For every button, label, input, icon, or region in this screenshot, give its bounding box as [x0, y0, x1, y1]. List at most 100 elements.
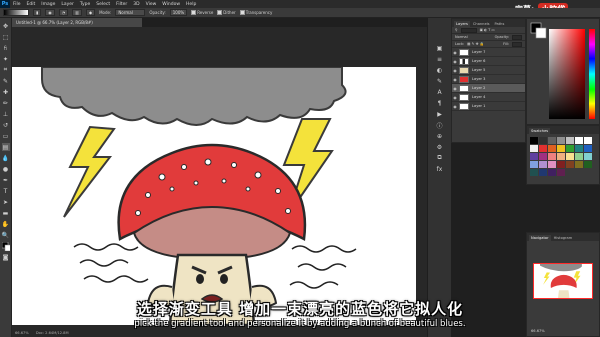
angle-gradient-button[interactable]: ◔ [58, 9, 69, 16]
info-panel-icon[interactable]: ⓘ [435, 121, 444, 130]
swatch[interactable] [566, 153, 574, 160]
swatch[interactable] [557, 161, 565, 168]
menu-file[interactable]: File [10, 2, 24, 7]
eraser-tool-icon[interactable]: ▭ [2, 132, 10, 140]
swatch[interactable] [530, 161, 538, 168]
visibility-eye-icon[interactable]: ◉ [452, 68, 458, 73]
radial-gradient-button[interactable]: ◉ [45, 9, 55, 16]
styles-panel-icon[interactable]: fx [435, 165, 444, 173]
mode-select[interactable]: Normal [115, 9, 146, 16]
swatch[interactable] [557, 145, 565, 152]
brush-tool-icon[interactable]: ✏ [2, 99, 10, 107]
layer-row[interactable]: ◉ Layer 7 [452, 48, 525, 57]
swatch[interactable] [530, 137, 538, 144]
lasso-tool-icon[interactable]: ᦆ [2, 44, 10, 52]
swatch[interactable] [530, 153, 538, 160]
menu-edit[interactable]: Edit [24, 2, 39, 7]
filter-icons[interactable]: ▣ ◐ T ▭ [480, 28, 495, 32]
quick-mask-icon[interactable]: ◙ [2, 253, 10, 261]
layer-row-selected[interactable]: ◉ Layer 2 [452, 84, 525, 93]
tool-presets-panel-icon[interactable]: ⚙ [435, 143, 444, 151]
swatch[interactable] [530, 145, 538, 152]
swatch[interactable] [566, 137, 574, 144]
shape-tool-icon[interactable]: ▬ [2, 209, 10, 217]
fill-field[interactable] [512, 41, 522, 47]
tab-channels[interactable]: Channels [470, 21, 492, 27]
adjustments-panel-icon[interactable]: ◐ [435, 66, 444, 74]
dither-checkbox[interactable]: Dither [217, 10, 236, 16]
layer-row[interactable]: ◉ Layer 6 [452, 57, 525, 66]
swatch[interactable] [557, 153, 565, 160]
move-tool-icon[interactable]: ✥ [2, 22, 10, 30]
status-zoom[interactable]: 66.67% [15, 331, 29, 335]
swatch[interactable] [584, 161, 592, 168]
character-panel-icon[interactable]: A [435, 88, 444, 96]
swatch[interactable] [539, 137, 547, 144]
swatch[interactable] [539, 153, 547, 160]
swatch[interactable] [548, 169, 556, 176]
filter-kind-select[interactable] [460, 27, 477, 33]
layer-opacity-field[interactable] [512, 34, 522, 40]
actions-panel-icon[interactable]: ▶ [435, 110, 444, 118]
gradient-preset-picker[interactable] [3, 9, 29, 16]
tab-histogram[interactable]: Histogram [551, 235, 575, 241]
swatch[interactable] [548, 161, 556, 168]
swatch[interactable] [557, 169, 565, 176]
swatch[interactable] [575, 161, 583, 168]
swatch[interactable] [539, 145, 547, 152]
reverse-checkbox[interactable]: Reverse [191, 10, 213, 16]
hand-tool-icon[interactable]: ✋ [2, 220, 10, 228]
swatch[interactable] [539, 169, 547, 176]
brush-panel-icon[interactable]: ✎ [435, 77, 444, 85]
paragraph-panel-icon[interactable]: ¶ [435, 99, 444, 107]
crop-tool-icon[interactable]: ⌗ [2, 66, 10, 74]
swatch[interactable] [584, 137, 592, 144]
swatch[interactable] [566, 145, 574, 152]
lock-icons[interactable]: ▦ ✎ ✥ 🔒 [467, 42, 484, 46]
layer-row[interactable]: ◉ Layer 5 [452, 66, 525, 75]
swatch[interactable] [575, 153, 583, 160]
swatch[interactable] [548, 137, 556, 144]
linear-gradient-button[interactable]: ▮ [33, 9, 42, 16]
properties-panel-icon[interactable]: ≡ [435, 55, 444, 63]
document-tab[interactable]: Untitled-1 @ 66.7% (Layer 2, RGB/8#) [12, 18, 142, 27]
menu-image[interactable]: Image [38, 2, 58, 7]
visibility-eye-icon[interactable]: ◉ [452, 50, 458, 55]
layer-row[interactable]: ◉ Layer 3 [452, 75, 525, 84]
menu-layer[interactable]: Layer [58, 2, 77, 7]
dodge-tool-icon[interactable]: ● [2, 165, 10, 173]
layer-row[interactable]: ◉ Layer 4 [452, 93, 525, 102]
swatch[interactable] [584, 153, 592, 160]
document-canvas[interactable] [12, 67, 416, 325]
tab-layers[interactable]: Layers [454, 21, 470, 27]
layer-row[interactable]: ◉ Layer 1 [452, 102, 525, 111]
visibility-eye-icon[interactable]: ◉ [452, 104, 458, 109]
menu-filter[interactable]: Filter [113, 2, 130, 7]
diamond-gradient-button[interactable]: ◆ [85, 9, 96, 16]
menu-help[interactable]: Help [183, 2, 199, 7]
foreground-background-color-icon[interactable] [1, 241, 10, 251]
canvas-area[interactable] [12, 27, 446, 337]
tab-navigator[interactable]: Navigator [529, 235, 551, 241]
filter-kind-icon[interactable]: ⚲ [455, 28, 458, 32]
swatch[interactable] [566, 161, 574, 168]
clone-source-panel-icon[interactable]: ⊕ [435, 132, 444, 140]
marquee-tool-icon[interactable]: ⬚ [2, 33, 10, 41]
menu-type[interactable]: Type [77, 2, 93, 7]
healing-brush-tool-icon[interactable]: ✚ [2, 88, 10, 96]
color-picker[interactable] [527, 19, 600, 126]
swatch[interactable] [548, 145, 556, 152]
zoom-tool-icon[interactable]: 🔍 [2, 231, 10, 239]
swatch[interactable] [557, 137, 565, 144]
pen-tool-icon[interactable]: ✒ [2, 176, 10, 184]
gradient-tool-icon[interactable]: ▤ [1, 143, 10, 151]
visibility-eye-icon[interactable]: ◉ [452, 59, 458, 64]
eyedropper-tool-icon[interactable]: ✎ [2, 77, 10, 85]
menu-3d[interactable]: 3D [130, 2, 142, 7]
tab-paths[interactable]: Paths [492, 21, 507, 27]
navigator-preview[interactable] [533, 263, 593, 299]
swatch[interactable] [539, 161, 547, 168]
navigator-zoom[interactable]: 66.67% [531, 329, 545, 333]
layer-comps-panel-icon[interactable]: ⧉ [435, 154, 444, 162]
swatch[interactable] [584, 145, 592, 152]
